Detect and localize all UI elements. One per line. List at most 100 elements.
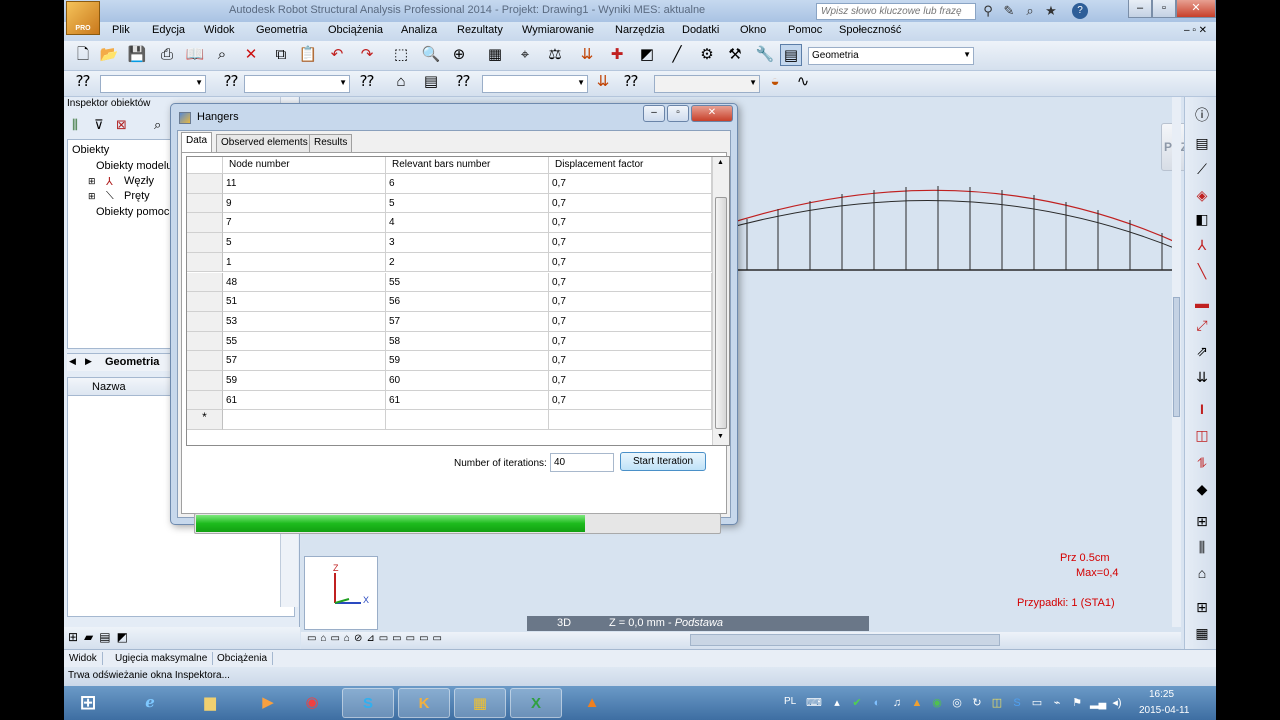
clock-date[interactable]: 2015-04-11 — [1139, 705, 1189, 716]
menu-tools[interactable]: Narzędzia — [615, 24, 665, 36]
nodes-icon[interactable]: ⚙ — [696, 44, 718, 66]
copy-icon[interactable]: ⧉ — [270, 44, 292, 66]
menu-file[interactable]: Plik — [112, 24, 130, 36]
tree-nodes[interactable]: Węzły — [124, 175, 154, 187]
tab-loads[interactable]: Obciążenia — [212, 652, 274, 665]
menu-loads[interactable]: Obciążenia — [328, 24, 383, 36]
table-cell[interactable]: 0,7 — [549, 311, 712, 332]
internet-explorer-icon[interactable]: ℯ — [124, 688, 176, 718]
new-row-cell[interactable] — [223, 410, 386, 431]
table-cell[interactable]: 0,7 — [549, 213, 712, 234]
maximize-button[interactable]: ▫ — [1152, 0, 1176, 18]
table-cell[interactable]: 61 — [223, 390, 386, 411]
table-tool-icon[interactable]: ▦ — [1191, 623, 1213, 643]
structure-icon[interactable]: ⌖ — [514, 44, 536, 66]
row-header[interactable] — [187, 311, 223, 332]
paste-icon[interactable]: 📋 — [297, 44, 319, 66]
start-iteration-button[interactable]: Start Iteration — [620, 452, 706, 471]
table-cell[interactable]: 0,7 — [549, 272, 712, 293]
close-button[interactable]: ✕ — [1176, 0, 1216, 18]
row-header[interactable] — [187, 331, 223, 352]
info-icon[interactable]: ⓘ — [1191, 105, 1213, 125]
table-cell[interactable]: 0,7 — [549, 351, 712, 371]
table-cell[interactable]: 56 — [386, 292, 549, 312]
new-row-cell[interactable] — [386, 410, 549, 431]
grid-scroll-thumb[interactable] — [715, 197, 727, 429]
iterations-input[interactable]: 40 — [550, 453, 614, 472]
scroll-down-icon[interactable]: ▼ — [717, 433, 724, 440]
component-combo[interactable]: ▼ — [654, 75, 760, 93]
zoom-icon[interactable]: 🔍 — [420, 44, 442, 66]
display-icon[interactable]: ▦ — [484, 44, 506, 66]
mode-icon[interactable]: ⇊ — [592, 71, 614, 93]
scroll-thumb[interactable] — [1173, 297, 1180, 417]
table-view-icon[interactable]: ▤ — [420, 71, 442, 93]
table-cell[interactable]: 3 — [386, 233, 549, 253]
menu-results[interactable]: Rezultaty — [457, 24, 503, 36]
tray-shield-icon[interactable]: ✔ — [850, 696, 864, 710]
book-icon[interactable]: 📖 — [184, 44, 206, 66]
menu-addons[interactable]: Dodatki — [682, 24, 719, 36]
tray-update-icon[interactable]: ◉ — [930, 696, 944, 710]
table-cell[interactable]: 0,7 — [549, 292, 712, 312]
table-cell[interactable]: 59 — [386, 351, 549, 371]
expand-icon[interactable]: ⊞ — [88, 191, 96, 202]
column-header-bars[interactable]: Relevant bars number — [386, 157, 549, 174]
clock-time[interactable]: 16:25 — [1149, 689, 1174, 700]
tray-sync-icon[interactable]: ↻ — [970, 696, 984, 710]
menu-help[interactable]: Pomoc — [788, 24, 822, 36]
select-icon[interactable]: ⬚ — [390, 44, 412, 66]
material-icon[interactable]: ▬ — [1191, 293, 1213, 313]
table-cell[interactable]: 5 — [223, 233, 386, 253]
view-vertical-scrollbar[interactable] — [1172, 97, 1181, 627]
bars-icon[interactable]: ╱ — [666, 44, 688, 66]
tab-max-deflections[interactable]: Ugięcia maksymalne — [110, 652, 214, 665]
tab-next-icon[interactable]: ▶ — [85, 356, 92, 367]
layout-combo[interactable]: Geometria ▼ — [808, 47, 974, 65]
scroll-up-icon[interactable]: ▲ — [717, 159, 724, 166]
view-mode-3d[interactable]: 3D — [557, 617, 571, 629]
action-center-flag-icon[interactable]: ⚑ — [1070, 696, 1084, 710]
row-header[interactable] — [187, 193, 223, 214]
preview-icon[interactable]: ⌕ — [211, 44, 233, 66]
binoculars-icon[interactable]: ⚲ — [980, 3, 996, 19]
tray-monitor-icon[interactable]: ▭ — [1030, 696, 1044, 710]
menu-view[interactable]: Widok — [204, 24, 235, 36]
search-input[interactable]: Wpisz słowo kluczowe lub frazę — [816, 3, 976, 20]
row-header[interactable] — [187, 174, 223, 194]
table-cell[interactable]: 0,7 — [549, 174, 712, 194]
row-header[interactable] — [187, 272, 223, 293]
table-cell[interactable]: 61 — [386, 390, 549, 411]
query-load-icon[interactable]: ⁇ — [356, 71, 378, 93]
robot-window-taskbar-icon[interactable]: ▦ — [454, 688, 506, 718]
tab-prev-icon[interactable]: ◀ — [69, 356, 76, 367]
start-button[interactable]: ⊞ — [68, 688, 108, 718]
column-header-factor[interactable]: Displacement factor — [549, 157, 712, 174]
node-combo[interactable]: ▼ — [100, 75, 206, 93]
design-icon[interactable]: ⥮ — [1191, 453, 1213, 473]
table-cell[interactable]: 5 — [386, 193, 549, 214]
load-case-icon[interactable]: ⇗ — [1191, 341, 1213, 361]
save-icon[interactable]: 💾 — [126, 44, 148, 66]
table-cell[interactable]: 0,7 — [549, 371, 712, 391]
chrome-icon[interactable]: ◉ — [286, 688, 338, 718]
robot-taskbar-icon[interactable]: K — [398, 688, 450, 718]
load-icon[interactable]: ⇊ — [576, 44, 598, 66]
table-cell[interactable]: 59 — [223, 371, 386, 391]
table-cell[interactable]: 0,7 — [549, 252, 712, 273]
tray-skype-icon[interactable]: S — [1010, 696, 1024, 710]
row-header[interactable] — [187, 371, 223, 391]
section-tool-icon[interactable]: ◈ — [1191, 185, 1213, 205]
table-cell[interactable]: 60 — [386, 371, 549, 391]
open-file-icon[interactable]: 📂 — [98, 44, 120, 66]
search-icon[interactable]: ⌕ — [154, 117, 161, 133]
excel-icon[interactable]: X — [510, 688, 562, 718]
view-tool-icons[interactable]: ▭⌂▭⌂⊘⊿▭▭▭▭▭ — [307, 633, 446, 644]
table-cell[interactable]: 0,7 — [549, 233, 712, 253]
case-combo[interactable]: ▼ — [482, 75, 588, 93]
tab-observed-elements[interactable]: Observed elements — [216, 134, 313, 152]
grid-scrollbar[interactable]: ▲ ▼ — [712, 157, 729, 445]
tree-model-objects[interactable]: Obiekty modelu — [96, 160, 172, 172]
panel-icon[interactable]: ◫ — [1191, 425, 1213, 445]
undo-icon[interactable]: ↶ — [326, 44, 348, 66]
